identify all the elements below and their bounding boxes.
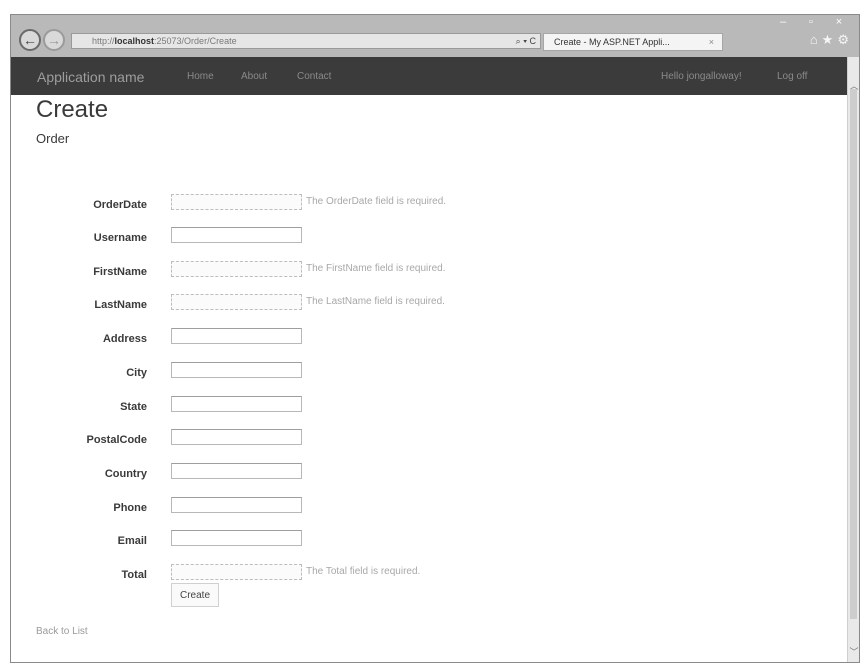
form-row-firstname: FirstName The FirstName field is require…	[0, 261, 600, 283]
create-button[interactable]: Create	[171, 583, 219, 607]
tab-create[interactable]: Create - My ASP.NET Appli... ×	[543, 33, 723, 51]
validation-message: The Total field is required.	[306, 566, 421, 577]
page-scrollbar[interactable]: ︿ ﹀	[847, 57, 859, 662]
postalcode-input[interactable]	[171, 429, 302, 445]
field-label: Country	[104, 468, 147, 480]
url-rest: :25073/Order/Create	[154, 36, 237, 46]
forward-icon[interactable]: →	[43, 29, 65, 51]
field-label: OrderDate	[93, 199, 147, 211]
field-label: FirstName	[93, 266, 147, 278]
page-subtitle: Order	[36, 131, 70, 146]
form-row-lastname: LastName The LastName field is required.	[0, 294, 600, 316]
total-input[interactable]	[171, 564, 302, 580]
firstname-input[interactable]	[171, 261, 302, 277]
form-row-phone: Phone	[0, 497, 600, 519]
form-row-orderdate: OrderDate The OrderDate field is require…	[0, 194, 600, 216]
form-row-country: Country	[0, 463, 600, 485]
state-input[interactable]	[171, 396, 302, 412]
field-label: Address	[102, 333, 147, 345]
form-row-postalcode: PostalCode	[0, 429, 600, 451]
form-row-address: Address	[0, 328, 600, 350]
field-label: Total	[121, 569, 147, 581]
maximize-icon[interactable]: ▫	[797, 15, 825, 29]
nav-home[interactable]: Home	[187, 71, 214, 82]
browser-titlebar: – ▫ × ← → http://localhost:25073/Order/C…	[11, 15, 859, 57]
close-window-icon[interactable]: ×	[825, 15, 853, 29]
tab-title: Create - My ASP.NET Appli...	[554, 37, 670, 47]
home-favorites-settings-icons[interactable]: ⌂★⚙	[810, 32, 853, 48]
form-row-city: City	[0, 362, 600, 384]
nav-about[interactable]: About	[241, 71, 267, 82]
scroll-thumb[interactable]	[850, 89, 857, 619]
field-label: LastName	[94, 299, 147, 311]
scroll-down-icon[interactable]: ﹀	[848, 645, 859, 658]
field-label: State	[120, 401, 147, 413]
validation-message: The OrderDate field is required.	[306, 196, 447, 207]
validation-message: The FirstName field is required.	[306, 263, 446, 274]
username-input[interactable]	[171, 227, 302, 243]
field-label: Email	[117, 535, 147, 547]
site-navbar: Application name Home About Contact Hell…	[11, 57, 849, 95]
search-refresh-icons[interactable]: ⌕ ▾ C	[516, 34, 536, 48]
orderdate-input[interactable]	[171, 194, 302, 210]
address-input[interactable]	[171, 328, 302, 344]
field-label: Phone	[113, 502, 147, 514]
form-row-state: State	[0, 396, 600, 418]
email-input[interactable]	[171, 530, 302, 546]
lastname-input[interactable]	[171, 294, 302, 310]
validation-message: The LastName field is required.	[306, 296, 445, 307]
brand-link[interactable]: Application name	[37, 69, 144, 85]
field-label: City	[126, 367, 147, 379]
tab-close-icon[interactable]: ×	[709, 34, 714, 50]
address-bar[interactable]: http://localhost:25073/Order/Create ⌕ ▾ …	[71, 33, 541, 49]
field-label: Username	[93, 232, 147, 244]
country-input[interactable]	[171, 463, 302, 479]
url-prefix: http://	[92, 36, 115, 46]
nav-user-greeting[interactable]: Hello jongalloway!	[661, 71, 742, 82]
field-label: PostalCode	[86, 434, 147, 446]
city-input[interactable]	[171, 362, 302, 378]
form-row-email: Email	[0, 530, 600, 552]
back-icon[interactable]: ←	[19, 29, 41, 51]
minimize-icon[interactable]: –	[769, 15, 797, 29]
phone-input[interactable]	[171, 497, 302, 513]
url-host: localhost	[114, 36, 155, 46]
form-row-username: Username	[0, 227, 600, 249]
page-title: Create	[36, 96, 109, 123]
back-to-list-link[interactable]: Back to List	[36, 626, 88, 637]
nav-logoff[interactable]: Log off	[777, 71, 807, 82]
form-row-total: Total The Total field is required.	[0, 564, 600, 586]
nav-contact[interactable]: Contact	[297, 71, 331, 82]
